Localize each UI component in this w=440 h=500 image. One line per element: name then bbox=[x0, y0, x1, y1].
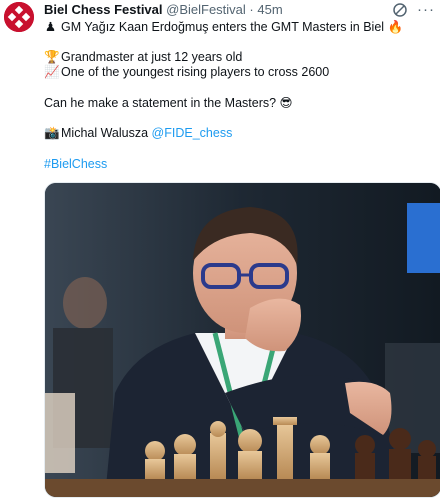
biel-logo-icon bbox=[4, 2, 34, 32]
line-4-text: Can he make a statement in the Masters? bbox=[44, 96, 277, 110]
credit-handle-link[interactable]: @FIDE_chess bbox=[152, 126, 233, 140]
tweet-line-4: Can he make a statement in the Masters? … bbox=[44, 96, 293, 111]
tweet-line-1: ♟ GM Yağız Kaan Erdoğmuş enters the GMT M… bbox=[44, 20, 403, 35]
cool-icon: 😎 bbox=[279, 96, 293, 110]
line-2-text: Grandmaster at just 12 years old bbox=[61, 50, 243, 64]
tweet-line-2: 🏆Grandmaster at just 12 years old bbox=[44, 50, 242, 65]
line-1-text: GM Yağız Kaan Erdoğmuş enters the GMT Ma… bbox=[61, 20, 385, 34]
slash-circle-icon[interactable] bbox=[392, 2, 408, 18]
hashtag-link[interactable]: #BielChess bbox=[44, 157, 107, 171]
more-icon[interactable]: ··· bbox=[417, 2, 434, 18]
chess-player-photo bbox=[45, 183, 440, 497]
timestamp[interactable]: 45m bbox=[257, 2, 282, 17]
avatar[interactable] bbox=[4, 2, 34, 32]
chart-up-icon: 📈 bbox=[44, 65, 60, 79]
tweet-header: Biel Chess Festival @BielFestival · 45m bbox=[44, 2, 400, 18]
photo-credit: 📸Michal Walusza @FIDE_chess bbox=[44, 126, 232, 141]
fire-icon: 🔥 bbox=[387, 20, 404, 34]
tweet-photo[interactable] bbox=[44, 182, 440, 498]
display-name[interactable]: Biel Chess Festival bbox=[44, 2, 163, 17]
handle[interactable]: @BielFestival bbox=[166, 2, 246, 17]
line-3-text: One of the youngest rising players to cr… bbox=[61, 65, 330, 79]
credit-name: Michal Walusza bbox=[61, 126, 149, 140]
camera-icon: 📸 bbox=[44, 126, 60, 140]
pawn-icon: ♟ bbox=[44, 20, 57, 34]
hashtag-line: #BielChess bbox=[44, 157, 107, 172]
separator: · bbox=[249, 2, 254, 17]
tweet-line-3: 📈One of the youngest rising players to c… bbox=[44, 65, 329, 80]
trophy-icon: 🏆 bbox=[44, 50, 60, 64]
top-icons: ··· bbox=[392, 2, 434, 18]
